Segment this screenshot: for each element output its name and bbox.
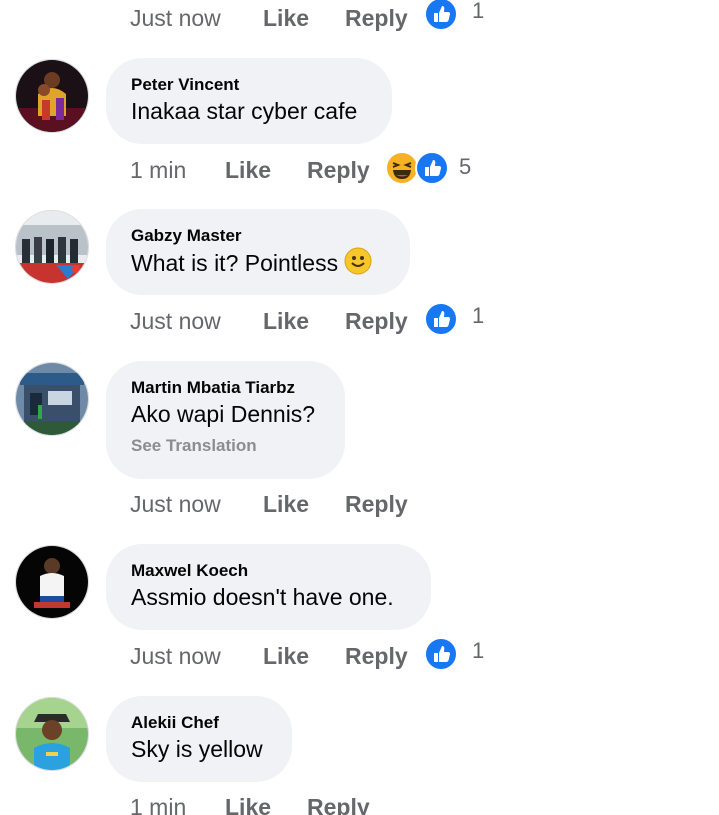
reaction-count: 1 [472, 638, 485, 663]
comment-bubble: Maxwel Koech Assmio doesn't have one. [106, 544, 431, 630]
comment-time: 1 min [130, 794, 187, 815]
see-translation-link[interactable]: See Translation [131, 435, 320, 457]
reply-button[interactable]: Reply [345, 641, 408, 671]
comment-actions: 1 min Like Reply [0, 792, 719, 815]
like-icon [424, 637, 458, 671]
reply-button[interactable]: Reply [345, 306, 408, 336]
reply-button[interactable]: Reply [345, 489, 408, 519]
reply-button[interactable]: Reply [307, 155, 370, 185]
comment-actions: 1 min Like Reply [0, 155, 719, 185]
comment-text-content: What is it? Pointless [131, 250, 339, 276]
comment-bubble: Alekii Chef Sky is yellow [106, 696, 292, 782]
comment-author[interactable]: Alekii Chef [131, 713, 267, 733]
comment-time: Just now [130, 491, 221, 517]
comment-time: Just now [130, 5, 221, 31]
comment-bubble: Peter Vincent Inakaa star cyber cafe [106, 58, 392, 144]
like-button[interactable]: Like [263, 3, 309, 33]
comment-bubble: Martin Mbatia Tiarbz Ako wapi Dennis? Se… [106, 361, 345, 479]
like-button[interactable]: Like [263, 641, 309, 671]
reply-button[interactable]: Reply [307, 792, 370, 815]
smile-icon [344, 247, 372, 275]
reaction-count: 1 [472, 303, 485, 328]
like-button[interactable]: Like [263, 489, 309, 519]
comment-text: Assmio doesn't have one. [131, 584, 394, 610]
comment-actions: Just now Like Reply [0, 489, 719, 519]
like-icon [424, 302, 458, 336]
comment-author[interactable]: Peter Vincent [131, 75, 367, 95]
like-button[interactable]: Like [263, 306, 309, 336]
reaction-count: 1 [472, 0, 485, 23]
like-icon [415, 151, 449, 185]
like-button[interactable]: Like [225, 792, 271, 815]
reaction-summary[interactable]: 1 [424, 302, 494, 336]
comment-time: 1 min [130, 157, 187, 183]
like-icon [424, 0, 458, 31]
avatar[interactable] [15, 697, 89, 771]
like-button[interactable]: Like [225, 155, 271, 185]
comment-author[interactable]: Gabzy Master [131, 226, 385, 246]
comment-time: Just now [130, 308, 221, 334]
laugh-icon [385, 151, 419, 185]
avatar[interactable] [15, 59, 89, 133]
comment-bubble: Gabzy Master What is it? Pointless [106, 209, 410, 295]
comment-author[interactable]: Martin Mbatia Tiarbz [131, 378, 320, 398]
comment-actions: Just now Like Reply [0, 306, 719, 336]
reply-button[interactable]: Reply [345, 3, 408, 33]
reaction-count: 5 [459, 154, 472, 179]
comment-text: Sky is yellow [131, 736, 263, 762]
comment-text: What is it? Pointless [131, 247, 385, 278]
avatar[interactable] [15, 362, 89, 436]
reaction-summary[interactable]: 1 [424, 637, 494, 671]
avatar[interactable] [15, 210, 89, 284]
reaction-summary[interactable]: 5 [385, 151, 485, 185]
comment-text: Ako wapi Dennis? [131, 401, 316, 427]
comment-actions: Just now Like Reply [0, 641, 719, 671]
reaction-summary[interactable]: 1 [424, 0, 494, 31]
avatar[interactable] [15, 545, 89, 619]
comment-actions-top: Just now Like Reply [0, 3, 719, 33]
comment-time: Just now [130, 643, 221, 669]
comment-text: Inakaa star cyber cafe [131, 98, 358, 124]
comment-author[interactable]: Maxwel Koech [131, 561, 406, 581]
